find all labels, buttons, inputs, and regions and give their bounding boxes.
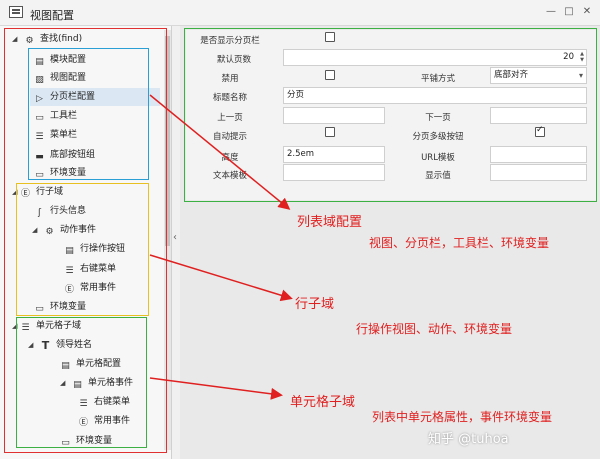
arrow-list-domain <box>149 94 291 210</box>
row-domain-title: 行子域 <box>295 297 335 312</box>
list-domain-description: 视图、分页栏，工具栏、环境变量 <box>369 236 550 250</box>
arrow-row-domain <box>149 254 293 302</box>
list-domain-title: 列表域配置 <box>297 215 363 230</box>
arrow-cell-domain <box>149 377 283 400</box>
cell-domain-description: 列表中单元格属性，事件环境变量 <box>372 410 553 424</box>
row-domain-description: 行操作视图、动作、环境变量 <box>356 322 513 336</box>
cell-domain-title: 单元格子域 <box>290 395 356 410</box>
watermark: 知乎 @tuhoa <box>428 432 509 447</box>
